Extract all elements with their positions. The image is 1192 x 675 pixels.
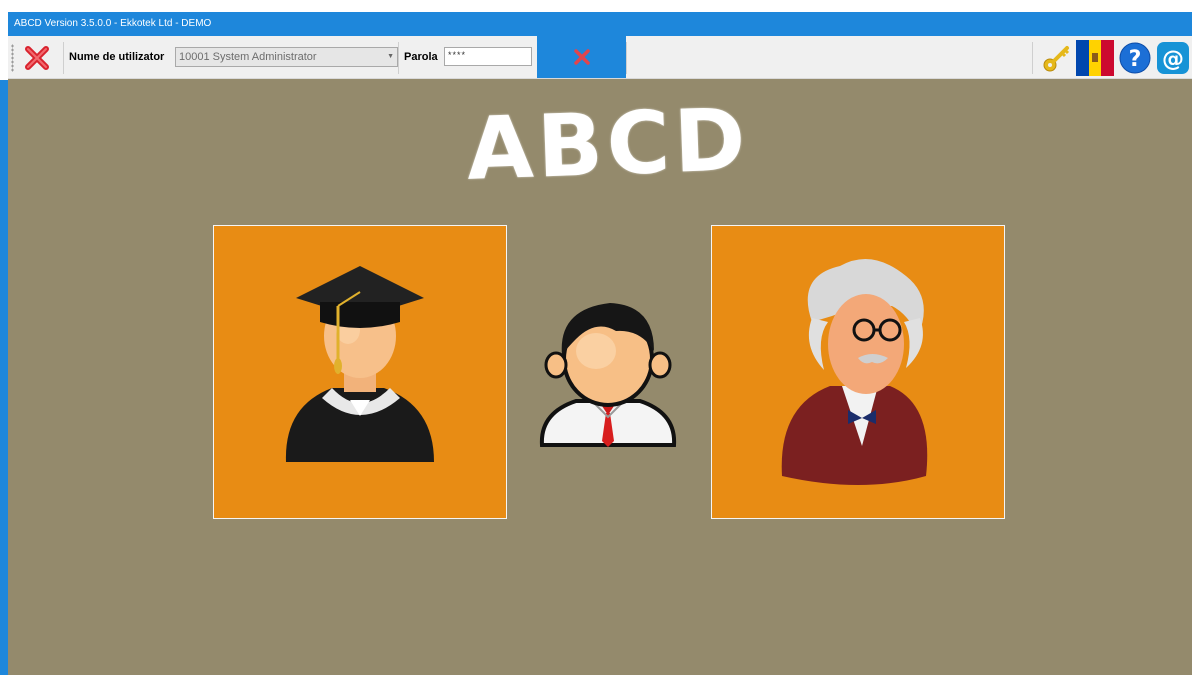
- language-button[interactable]: [1076, 40, 1114, 76]
- professor-login-panel[interactable]: [711, 225, 1005, 519]
- email-button[interactable]: @: [1156, 41, 1190, 75]
- svg-text:?: ?: [1129, 47, 1142, 72]
- license-key-button[interactable]: [1040, 42, 1072, 74]
- toolbar-separator: [1032, 42, 1033, 74]
- toolbar-separator: [63, 42, 64, 74]
- help-button[interactable]: ?: [1118, 41, 1152, 75]
- graduate-login-panel[interactable]: [213, 225, 507, 519]
- toolbar-separator: [398, 42, 399, 74]
- cancel-login-button[interactable]: [537, 36, 626, 78]
- flag-icon: [1076, 40, 1114, 76]
- student-icon: [539, 303, 677, 447]
- cancel-icon: [573, 49, 590, 65]
- window-left-border: [0, 80, 8, 675]
- toolbar-separator: [626, 42, 627, 74]
- username-label: Nume de utilizator: [69, 51, 165, 63]
- username-value: 10001 System Administrator: [179, 51, 317, 63]
- toolbar-grip[interactable]: [11, 44, 14, 72]
- title-bar: ABCD Version 3.5.0.0 - Ekkotek Ltd - DEM…: [8, 12, 1192, 36]
- close-icon: [25, 46, 49, 70]
- window-title: ABCD Version 3.5.0.0 - Ekkotek Ltd - DEM…: [14, 18, 212, 29]
- svg-text:@: @: [1162, 47, 1184, 72]
- professor-icon: [781, 258, 928, 485]
- email-icon: @: [1157, 42, 1189, 74]
- app-logo: ABCD: [465, 90, 751, 200]
- chevron-down-icon[interactable]: ▼: [387, 48, 394, 66]
- password-label: Parola: [404, 51, 438, 63]
- help-icon: ?: [1119, 42, 1151, 74]
- guest-login-button[interactable]: [536, 295, 680, 449]
- exit-button[interactable]: [22, 44, 52, 72]
- graduate-icon: [285, 266, 434, 462]
- username-combo[interactable]: 10001 System Administrator ▼: [175, 47, 398, 67]
- toolbar: Nume de utilizator 10001 System Administ…: [8, 36, 1192, 79]
- password-value: ****: [448, 50, 467, 60]
- password-field[interactable]: ****: [444, 47, 532, 66]
- key-icon: [1043, 46, 1070, 72]
